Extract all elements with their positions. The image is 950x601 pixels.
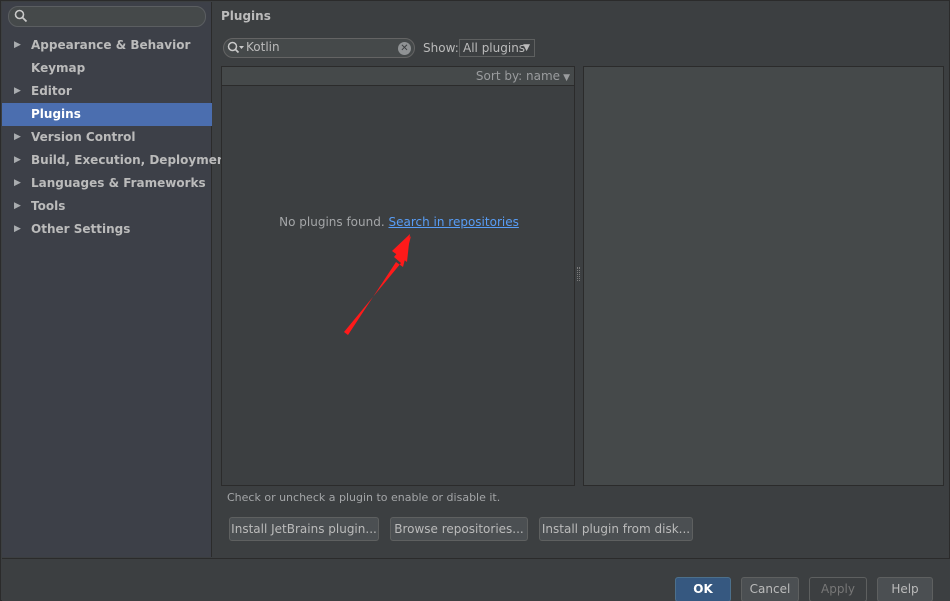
ok-button[interactable]: OK [675, 577, 731, 601]
settings-window: ▶ Appearance & Behavior Keymap ▶ Editor … [0, 0, 950, 601]
annotation-arrow-icon [344, 234, 411, 335]
cancel-button[interactable]: Cancel [741, 577, 799, 601]
apply-button[interactable]: Apply [809, 577, 867, 601]
help-button[interactable]: Help [877, 577, 933, 601]
dialog-footer: OK Cancel Apply Help [2, 558, 950, 601]
